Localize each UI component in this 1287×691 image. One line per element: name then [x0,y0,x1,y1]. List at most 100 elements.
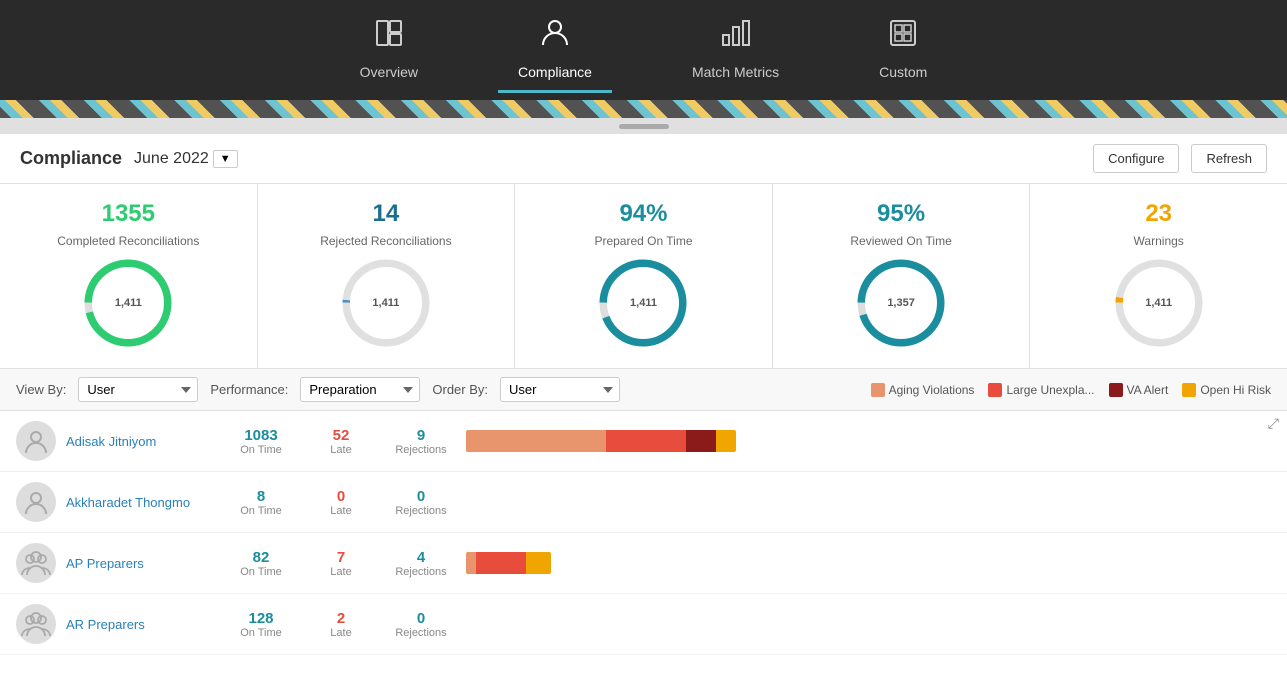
metric-prepared[interactable]: 94% Prepared On Time 1,411 [515,184,773,368]
drag-handle[interactable] [0,118,1287,134]
nav-compliance[interactable]: Compliance [498,7,612,93]
decorative-strip [0,100,1287,118]
legend: Aging Violations Large Unexpla... VA Ale… [871,383,1271,397]
rejections-value: 4 [386,549,456,566]
order-by-label: Order By: [432,382,488,397]
large-bar [606,430,686,452]
late-value: 52 [306,427,376,444]
hirisk-bar [526,552,551,574]
compliance-icon [539,17,571,56]
prepared-center: 1,411 [630,297,657,309]
configure-button[interactable]: Configure [1093,144,1179,173]
user-name[interactable]: AP Preparers [66,556,216,571]
aging-bar [466,552,476,574]
date-dropdown-button[interactable]: ▼ [213,150,238,168]
table-row[interactable]: AP Preparers 82 On Time 7 Late 4 Rejecti… [0,533,1287,594]
nav-overview[interactable]: Overview [340,7,438,93]
table-row[interactable]: AR Preparers 128 On Time 2 Late 0 Reject… [0,594,1287,655]
rejections-label: Rejections [386,627,456,639]
expand-icon[interactable]: ⤢ [1260,411,1287,436]
late-label: Late [306,627,376,639]
rejections-value: 9 [386,427,456,444]
rejected-donut: 1,411 [341,258,431,348]
avatar [16,604,56,644]
custom-icon [887,17,919,56]
warnings-label: Warnings [1134,234,1184,248]
on-time-value: 82 [226,549,296,566]
refresh-button[interactable]: Refresh [1191,144,1267,173]
large-dot [988,383,1002,397]
custom-label: Custom [879,64,927,80]
completed-donut: 1,411 [83,258,173,348]
prepared-donut: 1,411 [598,258,688,348]
table-row[interactable]: Akkharadet Thongmo 8 On Time 0 Late 0 Re… [0,472,1287,533]
top-navigation: Overview Compliance Match Metrics [0,0,1287,100]
performance-select[interactable]: Preparation Review Approval [300,377,420,402]
user-name[interactable]: AR Preparers [66,617,216,632]
bar-section [466,552,1271,574]
completed-value: 1355 [102,200,155,228]
overview-label: Overview [360,64,418,80]
on-time-label: On Time [226,627,296,639]
bar-section [466,430,1271,452]
table-area: ⤢ Adisak Jitniyom 1083 On Time 52 Late 9… [0,411,1287,691]
avatar [16,482,56,522]
rejections-label: Rejections [386,444,456,456]
drag-handle-bar [619,124,669,129]
reviewed-center: 1,357 [887,297,915,309]
late-value: 0 [306,488,376,505]
va-label: VA Alert [1127,383,1169,397]
prepared-value: 94% [619,200,667,228]
rejected-center: 1,411 [372,297,399,309]
warnings-value: 23 [1145,200,1172,228]
late-stat: 2 Late [306,610,376,639]
header-bar: Compliance June 2022 ▼ Configure Refresh [0,134,1287,184]
legend-large: Large Unexpla... [988,383,1094,397]
on-time-stat: 82 On Time [226,549,296,578]
aging-dot [871,383,885,397]
content-area: Compliance June 2022 ▼ Configure Refresh… [0,134,1287,691]
rejections-stat: 9 Rejections [386,427,456,456]
completed-center: 1,411 [115,297,142,309]
filter-bar: View By: User Group Department Performan… [0,369,1287,411]
reviewed-value: 95% [877,200,925,228]
late-label: Late [306,505,376,517]
avatar [16,421,56,461]
metric-rejected[interactable]: 14 Rejected Reconciliations 1,411 [258,184,516,368]
view-by-select[interactable]: User Group Department [78,377,198,402]
overview-icon [373,17,405,56]
hirisk-bar [716,430,736,452]
legend-va: VA Alert [1109,383,1169,397]
aging-bar [466,430,606,452]
rejections-stat: 0 Rejections [386,610,456,639]
rejections-value: 0 [386,488,456,505]
rejected-label: Rejected Reconciliations [320,234,451,248]
nav-match-metrics[interactable]: Match Metrics [672,7,799,93]
legend-hirisk: Open Hi Risk [1182,383,1271,397]
compliance-label: Compliance [518,64,592,80]
late-stat: 7 Late [306,549,376,578]
late-value: 2 [306,610,376,627]
metric-reviewed[interactable]: 95% Reviewed On Time 1,357 [773,184,1031,368]
on-time-label: On Time [226,505,296,517]
order-by-select[interactable]: User On Time Late [500,377,620,402]
on-time-stat: 128 On Time [226,610,296,639]
metric-warnings[interactable]: 23 Warnings 1,411 [1030,184,1287,368]
user-name[interactable]: Adisak Jitniyom [66,434,216,449]
on-time-label: On Time [226,566,296,578]
legend-aging: Aging Violations [871,383,975,397]
metrics-row: 1355 Completed Reconciliations 1,411 14 … [0,184,1287,369]
performance-label: Performance: [210,382,288,397]
table-row[interactable]: Adisak Jitniyom 1083 On Time 52 Late 9 R… [0,411,1287,472]
date-selector[interactable]: June 2022 ▼ [134,150,238,168]
date-label: June 2022 [134,150,209,168]
page-title: Compliance [20,148,122,169]
va-bar [686,430,716,452]
hirisk-label: Open Hi Risk [1200,383,1271,397]
warnings-center: 1,411 [1145,297,1172,309]
nav-custom[interactable]: Custom [859,7,947,93]
late-value: 7 [306,549,376,566]
rejected-value: 14 [373,200,400,228]
metric-completed[interactable]: 1355 Completed Reconciliations 1,411 [0,184,258,368]
user-name[interactable]: Akkharadet Thongmo [66,495,216,510]
